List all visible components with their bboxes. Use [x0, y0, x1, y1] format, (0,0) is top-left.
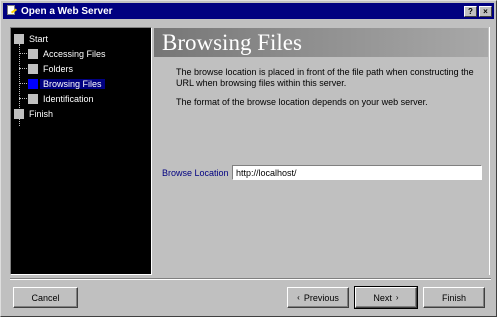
step-label: Finish — [29, 108, 54, 119]
footer-divider — [10, 278, 491, 280]
step-current-marker-icon — [28, 78, 38, 89]
finish-button[interactable]: Finish — [423, 287, 485, 308]
step-marker-icon — [28, 63, 38, 74]
step-marker-icon — [28, 93, 38, 104]
chevron-left-icon: ‹ — [297, 293, 300, 302]
step-finish[interactable]: Finish — [14, 107, 53, 120]
window-title: Open a Web Server — [21, 5, 113, 17]
page-title: Browsing Files — [154, 28, 488, 57]
help-button[interactable]: ? — [464, 5, 477, 17]
step-identification[interactable]: Identification — [19, 92, 94, 105]
close-button[interactable]: × — [479, 5, 492, 17]
step-accessing-files[interactable]: Accessing Files — [19, 47, 106, 60]
step-label: Identification — [43, 93, 94, 104]
browse-location-label: Browse Location — [162, 168, 229, 178]
step-label: Browsing Files — [40, 78, 105, 89]
browse-location-input[interactable] — [232, 165, 482, 180]
description-text: The browse location is placed in front o… — [176, 67, 474, 88]
step-label: Accessing Files — [43, 48, 106, 59]
step-browsing-files[interactable]: Browsing Files — [19, 77, 105, 90]
wizard-window: Open a Web Server ? × Start Accessing Fi… — [0, 0, 497, 317]
title-bar[interactable]: Open a Web Server ? × — [3, 3, 494, 19]
step-marker-icon — [14, 108, 24, 119]
next-button[interactable]: Next › — [354, 286, 418, 309]
step-marker-icon — [14, 33, 24, 44]
cancel-button[interactable]: Cancel — [13, 287, 78, 308]
step-label: Folders — [43, 63, 74, 74]
step-marker-icon — [28, 48, 38, 59]
format-note-text: The format of the browse location depend… — [176, 97, 428, 107]
wizard-content: Browsing Files The browse location is pl… — [153, 27, 490, 275]
previous-button[interactable]: ‹ Previous — [287, 287, 349, 308]
chevron-right-icon: › — [395, 293, 399, 302]
wizard-steps-panel: Start Accessing Files Folders Browsing F… — [10, 27, 152, 275]
step-folders[interactable]: Folders — [19, 62, 73, 75]
step-label: Start — [29, 33, 49, 44]
step-start[interactable]: Start — [14, 32, 48, 45]
web-server-icon — [6, 5, 18, 17]
